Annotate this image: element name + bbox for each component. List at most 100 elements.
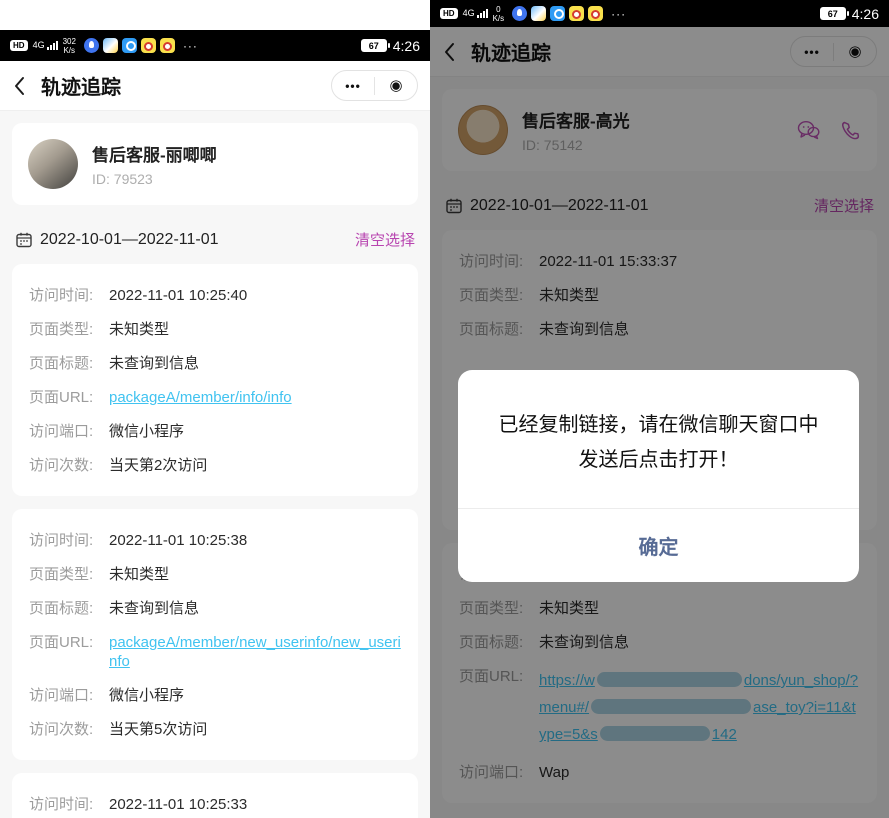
record-row-time: 访问时间: 2022-11-01 10:25:40 [29, 286, 401, 305]
row-label: 页面类型: [29, 565, 109, 584]
left-content: 售后客服-丽唧唧 ID: 79523 2022-10-01—2022-11-01 [0, 111, 430, 818]
clock: 4:26 [852, 6, 879, 22]
search-app-icon [122, 38, 137, 53]
page-type-value: 未知类型 [109, 320, 401, 339]
dialog-message-line2: 发送后点击打开！ [486, 443, 831, 478]
record-row-title: 页面标题: 未查询到信息 [29, 354, 401, 373]
left-status-bar: HD 4G 302 K/s ··· [0, 30, 430, 61]
record-row-count: 访问次数: 当天第5次访问 [29, 720, 401, 739]
weather-app-icon [531, 6, 546, 21]
signal-bars-icon [47, 41, 58, 50]
left-nav-bar: 轨迹追踪 ••• ◉ [0, 61, 430, 111]
battery-icon: 67 [361, 39, 387, 52]
page-title-value: 未查询到信息 [109, 354, 401, 373]
record-row-url: 页面URL: packageA/member/info/info [29, 388, 401, 407]
confirm-button[interactable]: 确定 [458, 508, 859, 582]
row-label: 访问时间: [29, 531, 109, 550]
dialog-message: 已经复制链接，请在微信聊天窗口中 发送后点击打开！ [458, 370, 859, 508]
left-screen: HD 4G 302 K/s ··· [0, 0, 430, 818]
left-status-left: HD 4G 302 K/s ··· [10, 37, 198, 55]
visit-count-value: 当天第5次访问 [109, 720, 401, 739]
clear-selection-button[interactable]: 清空选择 [355, 229, 415, 250]
clock: 4:26 [393, 38, 420, 54]
more-notifications-icon: ··· [183, 39, 198, 53]
row-label: 页面URL: [29, 633, 109, 671]
capsule-menu-button[interactable]: ••• [332, 79, 374, 93]
chevron-left-icon [14, 76, 25, 96]
record-row-time: 访问时间: 2022-11-01 10:25:38 [29, 531, 401, 550]
date-range-value[interactable]: 2022-10-01—2022-11-01 [40, 231, 219, 249]
row-label: 页面URL: [29, 388, 109, 407]
left-top-gap [0, 0, 430, 30]
row-label: 页面标题: [29, 354, 109, 373]
network-speed: 0 K/s [493, 5, 505, 23]
page-url-link[interactable]: packageA/member/new_userinfo/new_userinf… [109, 634, 401, 670]
date-filter-row[interactable]: 2022-10-01—2022-11-01 清空选择 [12, 217, 418, 264]
battery-percent: 67 [369, 41, 379, 51]
more-notifications-icon: ··· [611, 7, 626, 21]
visit-port-value: 微信小程序 [109, 422, 401, 441]
calendar-icon [15, 231, 33, 249]
row-label: 页面标题: [29, 599, 109, 618]
bulb-app-icon [84, 38, 99, 53]
right-screen: HD 4G 0 K/s ··· [430, 0, 889, 818]
weibo-app-icon [141, 38, 156, 53]
battery-percent: 67 [828, 9, 838, 19]
record-row-time: 访问时间: 2022-11-01 10:25:33 [29, 795, 401, 814]
row-label: 访问次数: [29, 720, 109, 739]
avatar [28, 139, 78, 189]
visit-port-value: 微信小程序 [109, 686, 401, 705]
customer-profile-card: 售后客服-丽唧唧 ID: 79523 [12, 123, 418, 205]
record-row-port: 访问端口: 微信小程序 [29, 422, 401, 441]
customer-id: ID: 79523 [92, 171, 217, 187]
visit-time-value: 2022-11-01 10:25:33 [109, 795, 401, 814]
row-label: 访问次数: [29, 456, 109, 475]
battery-icon: 67 [820, 7, 846, 20]
row-label: 访问时间: [29, 286, 109, 305]
row-label: 访问端口: [29, 422, 109, 441]
record-row-type: 页面类型: 未知类型 [29, 565, 401, 584]
search-app-icon [550, 6, 565, 21]
notification-icons [512, 6, 603, 21]
record-row-title: 页面标题: 未查询到信息 [29, 599, 401, 618]
dialog-message-line1: 已经复制链接，请在微信聊天窗口中 [486, 408, 831, 443]
visit-count-value: 当天第2次访问 [109, 456, 401, 475]
back-button[interactable] [12, 72, 27, 100]
net-speed-value: 0 [496, 5, 500, 14]
net-speed-unit: K/s [63, 46, 75, 55]
visit-record-card: 访问时间: 2022-11-01 10:25:33 [12, 773, 418, 818]
notification-icons [84, 38, 175, 53]
profile-text: 售后客服-丽唧唧 ID: 79523 [92, 141, 217, 187]
row-label: 访问端口: [29, 686, 109, 705]
row-label: 页面类型: [29, 320, 109, 339]
net-speed-value: 302 [63, 37, 76, 46]
capsule-close-button[interactable]: ◉ [375, 78, 417, 93]
page-type-value: 未知类型 [109, 565, 401, 584]
hd-badge: HD [440, 8, 458, 19]
weibo-app-icon [588, 6, 603, 21]
visit-record-card: 访问时间: 2022-11-01 10:25:40 页面类型: 未知类型 页面标… [12, 264, 418, 496]
weibo-app-icon [160, 38, 175, 53]
visit-time-value: 2022-11-01 10:25:38 [109, 531, 401, 550]
bulb-app-icon [512, 6, 527, 21]
network-speed: 302 K/s [63, 37, 76, 55]
net-speed-unit: K/s [493, 14, 505, 23]
network-type-label: 4G [463, 9, 475, 18]
weibo-app-icon [569, 6, 584, 21]
row-label: 访问时间: [29, 795, 109, 814]
visit-record-card: 访问时间: 2022-11-01 10:25:38 页面类型: 未知类型 页面标… [12, 509, 418, 760]
weather-app-icon [103, 38, 118, 53]
network-indicator: 4G [463, 9, 488, 18]
miniprogram-capsule: ••• ◉ [331, 70, 418, 101]
record-row-port: 访问端口: 微信小程序 [29, 686, 401, 705]
left-status-right: 67 4:26 [361, 38, 420, 54]
right-status-right: 67 4:26 [820, 6, 879, 22]
hd-badge: HD [10, 40, 28, 51]
signal-bars-icon [477, 9, 488, 18]
network-indicator: 4G [33, 41, 58, 50]
page-title: 轨迹追踪 [41, 71, 121, 100]
record-row-count: 访问次数: 当天第2次访问 [29, 456, 401, 475]
page-url-link[interactable]: packageA/member/info/info [109, 389, 292, 406]
copy-link-dialog: 已经复制链接，请在微信聊天窗口中 发送后点击打开！ 确定 [458, 370, 859, 582]
screenshot-canvas: HD 4G 302 K/s ··· [0, 0, 889, 818]
